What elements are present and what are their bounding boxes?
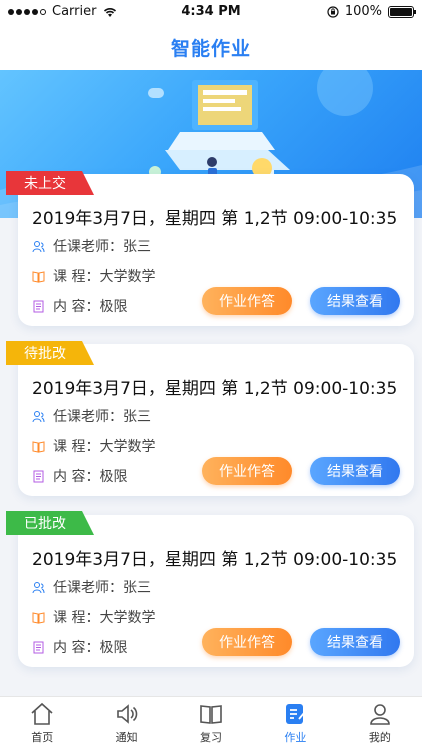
teacher-name: 张三 bbox=[123, 580, 151, 596]
book-open-icon bbox=[32, 440, 45, 453]
course-row: 课 程： 大学数学 bbox=[32, 607, 155, 627]
homework-card: 2019年3月7日，星期四 第 1,2节 09:00-10:35 任课老师： 张… bbox=[18, 515, 414, 667]
answer-homework-button[interactable]: 作业作答 bbox=[202, 457, 292, 485]
teacher-label: 任课老师： bbox=[53, 409, 123, 425]
view-result-button[interactable]: 结果查看 bbox=[310, 287, 400, 315]
status-badge: 未上交 bbox=[24, 176, 66, 192]
homework-icon bbox=[286, 704, 306, 724]
nav-bar: 智能作业 bbox=[0, 24, 422, 70]
status-badge: 待批改 bbox=[24, 346, 66, 362]
tab-label: 复习 bbox=[200, 731, 223, 744]
teacher-row: 任课老师： 张三 bbox=[32, 577, 151, 597]
teacher-name: 张三 bbox=[123, 239, 151, 255]
course-row: 课 程： 大学数学 bbox=[32, 266, 155, 286]
content-row: 内 容： 极限 bbox=[32, 296, 127, 316]
answer-homework-button[interactable]: 作业作答 bbox=[202, 628, 292, 656]
document-icon bbox=[33, 300, 44, 312]
class-time: 2019年3月7日，星期四 第 1,2节 09:00-10:35 bbox=[32, 379, 398, 399]
course-label: 课 程： bbox=[53, 269, 100, 285]
tab-label: 我的 bbox=[368, 731, 391, 744]
rotation-lock-icon bbox=[327, 5, 339, 18]
status-badge: 已批改 bbox=[24, 516, 66, 532]
course-name: 大学数学 bbox=[99, 610, 156, 626]
page-title: 智能作业 bbox=[170, 37, 251, 60]
class-time: 2019年3月7日，星期四 第 1,2节 09:00-10:35 bbox=[32, 550, 398, 570]
battery-icon bbox=[388, 5, 416, 18]
document-icon bbox=[33, 470, 44, 482]
answer-homework-button[interactable]: 作业作答 bbox=[202, 287, 292, 315]
tab-review[interactable]: 复习 bbox=[169, 697, 253, 750]
course-label: 课 程： bbox=[53, 610, 100, 626]
battery-percent: 100% bbox=[344, 4, 382, 19]
tab-homework[interactable]: 作业 bbox=[253, 697, 337, 750]
content-value: 极限 bbox=[99, 469, 128, 485]
teacher-row: 任课老师： 张三 bbox=[32, 406, 151, 426]
tab-label: 首页 bbox=[31, 731, 54, 744]
course-name: 大学数学 bbox=[99, 439, 156, 455]
tab-label: 通知 bbox=[115, 731, 138, 744]
homework-card: 2019年3月7日，星期四 第 1,2节 09:00-10:35 任课老师： 张… bbox=[18, 344, 414, 496]
teacher-icon bbox=[32, 410, 45, 422]
content-label: 内 容： bbox=[53, 469, 100, 485]
speaker-icon bbox=[116, 704, 137, 724]
teacher-row: 任课老师： 张三 bbox=[32, 236, 151, 256]
tab-mine[interactable]: 我的 bbox=[338, 697, 422, 750]
content-row: 内 容： 极限 bbox=[32, 637, 127, 657]
content-label: 内 容： bbox=[53, 640, 100, 656]
bottom-tab-bar: 首页 通知 复习 作业 我的 bbox=[0, 696, 422, 750]
user-icon bbox=[370, 704, 390, 725]
home-icon bbox=[31, 702, 53, 725]
course-label: 课 程： bbox=[53, 439, 100, 455]
book-icon bbox=[200, 705, 222, 724]
status-bar: Carrier 4:34 PM 100% bbox=[0, 0, 422, 24]
teacher-label: 任课老师： bbox=[53, 239, 123, 255]
tab-home[interactable]: 首页 bbox=[0, 697, 84, 750]
book-open-icon bbox=[32, 270, 45, 283]
teacher-name: 张三 bbox=[123, 409, 151, 425]
class-time: 2019年3月7日，星期四 第 1,2节 09:00-10:35 bbox=[32, 209, 398, 229]
tab-label: 作业 bbox=[284, 731, 307, 744]
content-row: 内 容： 极限 bbox=[32, 466, 127, 486]
teacher-icon bbox=[32, 581, 45, 593]
document-icon bbox=[33, 641, 44, 653]
content-label: 内 容： bbox=[53, 299, 100, 315]
course-row: 课 程： 大学数学 bbox=[32, 436, 155, 456]
teacher-label: 任课老师： bbox=[53, 580, 123, 596]
content-value: 极限 bbox=[99, 640, 128, 656]
tab-notice[interactable]: 通知 bbox=[84, 697, 168, 750]
course-name: 大学数学 bbox=[99, 269, 156, 285]
content-value: 极限 bbox=[99, 299, 128, 315]
view-result-button[interactable]: 结果查看 bbox=[310, 628, 400, 656]
teacher-icon bbox=[32, 240, 45, 252]
homework-card: 2019年3月7日，星期四 第 1,2节 09:00-10:35 任课老师： 张… bbox=[18, 174, 414, 326]
view-result-button[interactable]: 结果查看 bbox=[310, 457, 400, 485]
status-right: 100% bbox=[327, 4, 416, 19]
book-open-icon bbox=[32, 611, 45, 624]
